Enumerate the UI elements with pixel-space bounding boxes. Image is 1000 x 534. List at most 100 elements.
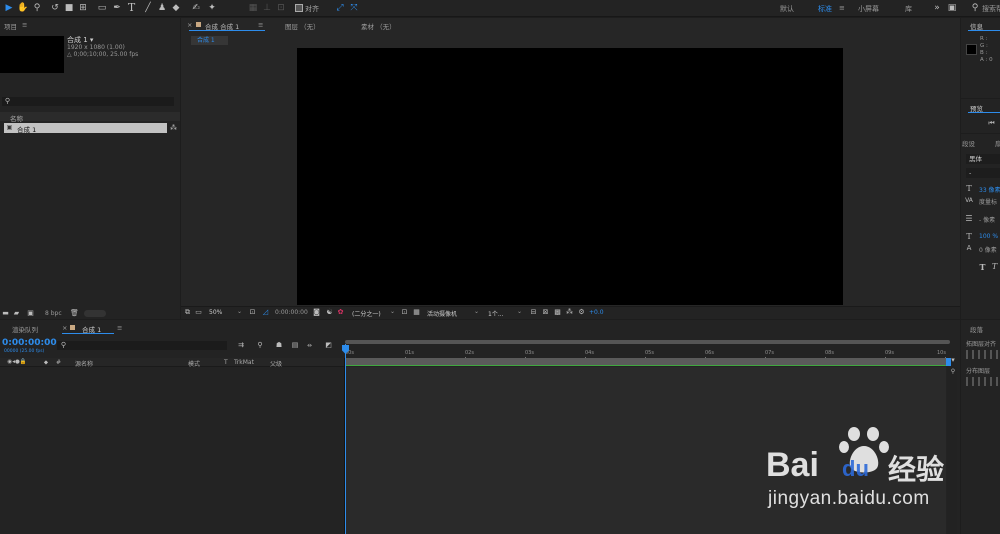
kerning-icon: VA (965, 196, 973, 204)
camera-dropdown[interactable]: 活动摄像机 (427, 309, 457, 318)
snap-checkbox[interactable] (295, 4, 303, 12)
type-tool-icon[interactable]: T (126, 2, 137, 13)
font-size-value[interactable]: 33 像素 (979, 185, 1000, 194)
pan-behind-tool-icon[interactable]: ⊞ (78, 3, 88, 13)
new-composition-icon[interactable]: ▣ (25, 309, 36, 318)
view-axis-icon[interactable]: ⊡ (276, 3, 286, 13)
distribute-buttons-row[interactable] (966, 377, 1000, 386)
baseline-shift-value[interactable]: 0 像素 (979, 245, 997, 254)
shy-layers-icon[interactable]: ☗ (274, 341, 284, 350)
clone-stamp-tool-icon[interactable]: ♟ (157, 3, 167, 13)
project-scroll[interactable] (84, 310, 106, 317)
graph-editor-icon[interactable]: ◩ (323, 341, 334, 350)
rotate-tool-icon[interactable]: ↺ (50, 3, 60, 13)
project-menu-icon[interactable]: ≡ (22, 21, 27, 29)
bit-depth-button[interactable]: 8 bpc (45, 310, 62, 317)
show-snapshot-icon[interactable]: ☯ (325, 308, 334, 317)
eraser-tool-icon[interactable]: ◆ (171, 3, 181, 13)
fast-preview-icon[interactable]: ⊡ (400, 308, 409, 317)
region-icon[interactable]: ⊡ (248, 308, 257, 317)
faux-bold-icon[interactable]: T (978, 262, 987, 271)
close-timeline-tab-icon[interactable]: × (62, 324, 67, 332)
flowchart-icon[interactable]: ⁂ (169, 124, 178, 133)
camera-tool-icon[interactable]: ■ (64, 3, 74, 13)
comp-mini-flowchart-icon[interactable]: ⇉ (236, 341, 246, 350)
skip-to-start-icon[interactable]: ⏮ (987, 119, 996, 128)
workspace-small-screen[interactable]: 小屏幕 (858, 4, 879, 14)
workspace-library[interactable]: 库 (905, 4, 912, 14)
align-buttons-row[interactable] (966, 350, 1000, 359)
time-navigator-icon[interactable]: ⚲ (949, 368, 957, 376)
composition-canvas[interactable] (297, 48, 843, 305)
rectangle-tool-icon[interactable]: ▭ (97, 3, 107, 13)
paragraph-tab[interactable]: 段落 (970, 324, 983, 334)
more-workspaces-icon[interactable]: » (932, 3, 942, 13)
resolution-dropdown[interactable]: (二分之一) (352, 309, 381, 318)
faux-italic-icon[interactable]: T (990, 262, 999, 271)
workspace-toggle-icon[interactable]: ▣ (946, 3, 958, 13)
snapshot-icon[interactable]: ◙ (312, 308, 321, 317)
zoom-chevron-down-icon[interactable]: ⌄ (237, 308, 242, 315)
pen-tool-icon[interactable]: ✒ (112, 3, 122, 13)
zoom-slider-icon[interactable]: ▾ (949, 356, 957, 364)
paragraph-tab-cut[interactable]: 扇 (995, 138, 1000, 148)
local-axis-icon[interactable]: ▦ (248, 3, 258, 13)
name-column-header[interactable]: 名称 (10, 113, 23, 123)
delete-icon[interactable]: 🗑 (70, 309, 79, 318)
current-timecode[interactable]: 0:00:00:00 (2, 338, 57, 348)
render-queue-tab[interactable]: 渲染队列 (12, 324, 38, 334)
resolution-chevron-down-icon[interactable]: ⌄ (390, 308, 395, 315)
camera-chevron-down-icon[interactable]: ⌄ (474, 308, 479, 315)
always-preview-icon[interactable]: ⧉ (183, 308, 192, 317)
project-search-input[interactable] (2, 97, 174, 106)
timeline-search-input[interactable] (57, 341, 227, 350)
render-settings-icon[interactable]: ⚙ (577, 308, 586, 317)
tracking-value[interactable]: 度量标 (979, 197, 997, 206)
viewer-menu-icon[interactable]: ≡ (258, 21, 263, 29)
close-tab-icon[interactable]: × (187, 21, 192, 29)
snap-option-1-icon[interactable]: ⤢ (335, 3, 345, 13)
project-tab[interactable]: 项目 (4, 21, 17, 31)
layer-3d-icon[interactable]: ▩ (553, 308, 562, 317)
zoom-dropdown[interactable]: 50% (209, 309, 222, 316)
draft-3d-icon[interactable]: ⚲ (255, 341, 265, 350)
layer-tab[interactable]: 图层 （无） (285, 21, 320, 31)
selection-tool-icon[interactable]: ▶ (4, 3, 14, 13)
toggle-pixel-aspect-icon[interactable]: ⊟ (529, 308, 538, 317)
search-help-input[interactable]: 搜索帮助 (982, 4, 1000, 14)
new-folder-icon[interactable]: ▰ (12, 309, 21, 318)
character-tab[interactable]: 段设 (962, 138, 975, 148)
workspace-menu-icon[interactable]: ≡ (839, 4, 845, 12)
brush-tool-icon[interactable]: ╱ (143, 3, 153, 13)
zoom-tool-icon[interactable]: ⚲ (32, 3, 42, 13)
exposure-value[interactable]: +0.0 (589, 309, 604, 316)
roto-brush-tool-icon[interactable]: ✍ (191, 3, 201, 13)
interpret-footage-icon[interactable]: ▬ (1, 309, 10, 318)
layer-bar-area[interactable] (345, 358, 946, 365)
export-frame-icon[interactable]: ⊠ (541, 308, 550, 317)
monitor-icon[interactable]: ▭ (194, 308, 203, 317)
snap-option-2-icon[interactable]: ⤧ (349, 3, 359, 13)
mask-visibility-icon[interactable]: ◿ (261, 308, 270, 317)
font-style-dropdown[interactable]: - (966, 168, 1000, 178)
font-dropdown[interactable]: 黑体 (966, 154, 1000, 164)
viewer-timecode[interactable]: 0:00:00:00 (275, 309, 308, 316)
hand-tool-icon[interactable]: ✋ (17, 3, 28, 13)
frame-blending-icon[interactable]: ▤ (290, 341, 300, 350)
leading-value[interactable]: - 像素 (979, 215, 995, 224)
workspace-default[interactable]: 默认 (780, 4, 794, 14)
timeline-menu-icon[interactable]: ≡ (117, 324, 122, 332)
vertical-scale-value[interactable]: 100 % (979, 233, 998, 240)
flowchart-view-icon[interactable]: ⁂ (565, 308, 574, 317)
footage-tab[interactable]: 素材 （无） (361, 21, 396, 31)
world-axis-icon[interactable]: ⊥ (262, 3, 272, 13)
views-dropdown[interactable]: 1个... (488, 309, 504, 318)
views-chevron-down-icon[interactable]: ⌄ (517, 308, 522, 315)
source-name-header[interactable]: 源名称 (75, 359, 93, 368)
breadcrumb[interactable]: 合成 1 (191, 36, 228, 45)
workspace-standard[interactable]: 标准 (818, 4, 832, 14)
puppet-tool-icon[interactable]: ✦ (207, 3, 217, 13)
motion-blur-icon[interactable]: ⦵ (305, 341, 315, 350)
color-channels-icon[interactable]: ✿ (336, 308, 345, 317)
transparency-grid-icon[interactable]: ▦ (412, 308, 421, 317)
